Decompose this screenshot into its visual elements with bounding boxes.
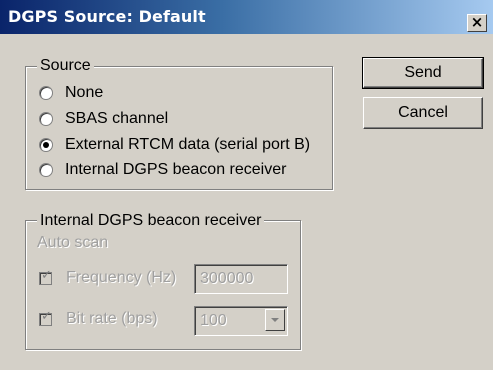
source-group-legend: Source: [37, 57, 94, 75]
close-button[interactable]: ×: [467, 14, 487, 32]
send-button[interactable]: Send: [362, 57, 484, 89]
radio-none[interactable]: None: [39, 82, 103, 104]
frequency-input[interactable]: 300000: [194, 264, 288, 294]
bit-rate-checkbox[interactable]: ✓: [39, 308, 52, 326]
radio-button[interactable]: [39, 86, 53, 100]
auto-scan-label: Auto scan: [37, 234, 109, 251]
title-bar[interactable]: DGPS Source: Default ×: [0, 0, 493, 34]
radio-internal-beacon[interactable]: Internal DGPS beacon receiver: [39, 159, 286, 181]
cancel-button[interactable]: Cancel: [363, 97, 483, 129]
window-title: DGPS Source: Default: [8, 7, 206, 26]
cancel-button-label: Cancel: [398, 104, 448, 121]
bit-rate-value: 100: [200, 312, 227, 329]
frequency-checkbox[interactable]: ✓: [39, 267, 52, 285]
bit-rate-label: Bit rate (bps): [66, 310, 158, 327]
bit-rate-row[interactable]: ✓ Bit rate (bps): [39, 310, 158, 328]
radio-button[interactable]: [39, 112, 53, 126]
radio-selected-dot: [43, 142, 49, 148]
radio-label: External RTCM data (serial port B): [65, 136, 311, 153]
check-icon: ✓: [41, 308, 52, 324]
frequency-label: Frequency (Hz): [66, 269, 177, 286]
radio-label: None: [65, 84, 104, 101]
check-icon: ✓: [41, 267, 52, 283]
radio-button[interactable]: [39, 138, 53, 152]
radio-button[interactable]: [39, 163, 53, 177]
close-icon: ×: [470, 13, 484, 31]
dropdown-button[interactable]: [265, 309, 285, 331]
bit-rate-select[interactable]: 100: [194, 306, 288, 336]
radio-label: Internal DGPS beacon receiver: [65, 161, 287, 178]
send-button-label: Send: [404, 64, 442, 81]
beacon-group-legend: Internal DGPS beacon receiver: [37, 212, 265, 230]
radio-external-rtcm[interactable]: External RTCM data (serial port B): [39, 134, 310, 156]
radio-label: SBAS channel: [65, 110, 169, 127]
chevron-down-icon: [271, 318, 279, 322]
frequency-row[interactable]: ✓ Frequency (Hz): [39, 269, 176, 287]
radio-sbas-channel[interactable]: SBAS channel: [39, 108, 168, 130]
